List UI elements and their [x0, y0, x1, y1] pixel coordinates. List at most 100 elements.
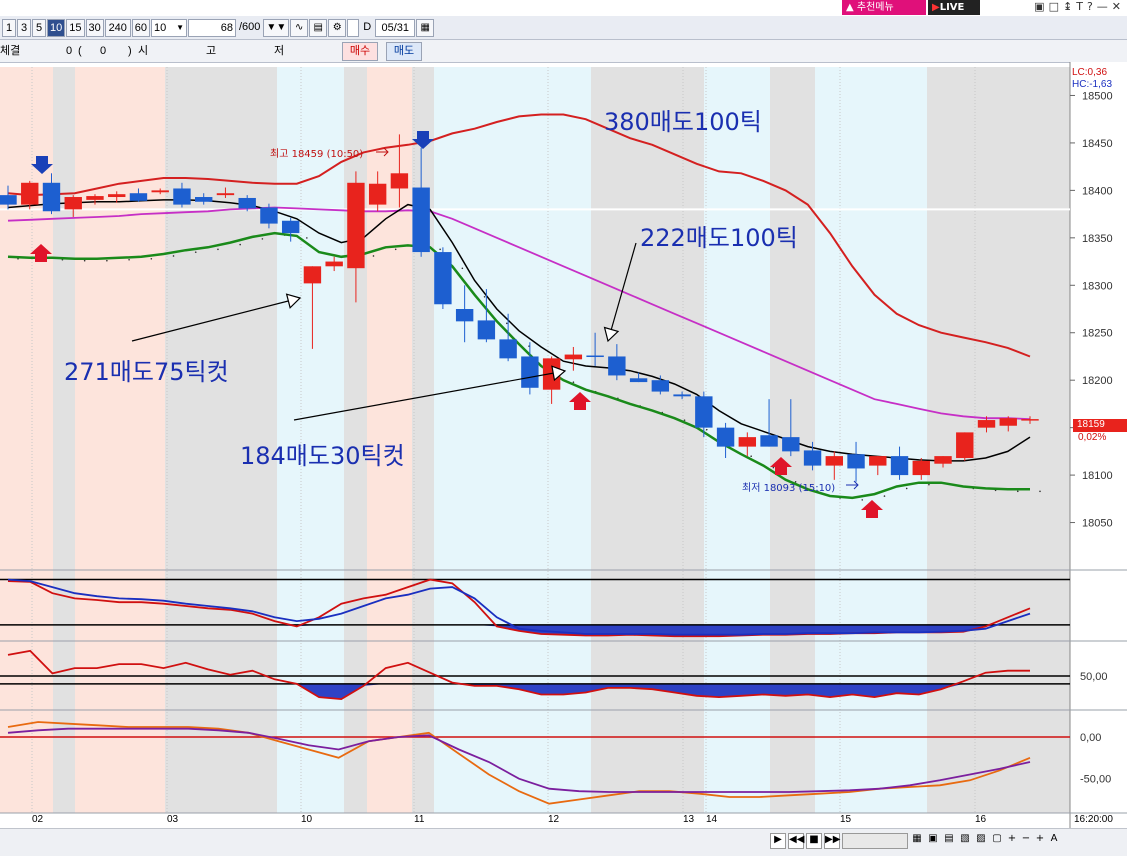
recommend-menu-button[interactable]: ▲ 추천메뉴 — [842, 0, 926, 15]
gear-icon[interactable]: ⚙ — [328, 18, 347, 37]
sar-dot — [461, 267, 464, 270]
period-select[interactable]: 10 ▼ — [151, 18, 187, 37]
open-label: 시 — [138, 45, 149, 57]
calendar-icon[interactable]: ▦ — [416, 18, 435, 37]
zoom-reset-icon[interactable]: + — [1034, 833, 1046, 849]
candle-body — [890, 456, 909, 476]
candle-body — [869, 456, 887, 466]
grid-icon[interactable]: ▤ — [942, 833, 956, 849]
candle-body — [42, 182, 61, 212]
screen-icon[interactable]: ▢ — [990, 833, 1004, 849]
scroll-slider[interactable] — [842, 833, 908, 849]
layers-icon[interactable]: ▧ — [958, 833, 972, 849]
session-band — [434, 67, 591, 813]
period-10-button[interactable]: 10 — [47, 18, 66, 37]
candle-body — [999, 418, 1017, 426]
zoom-out-icon[interactable]: − — [1020, 833, 1032, 849]
candle-body — [434, 252, 452, 305]
sar-dot — [194, 251, 197, 253]
candle-body — [216, 193, 235, 196]
candle-body — [260, 207, 278, 224]
pin-icon[interactable]: ↨ — [1063, 0, 1076, 13]
candle-body — [651, 380, 670, 392]
d-checkbox[interactable] — [347, 18, 360, 37]
candle-body — [847, 454, 865, 469]
candle-body — [586, 355, 604, 358]
recommend-menu-label: 추천메뉴 — [856, 2, 894, 13]
period-1-button[interactable]: 1 — [2, 18, 16, 37]
annotation-271: 271매도75틱컷 — [64, 358, 229, 386]
period-60-button[interactable]: 60 — [131, 18, 150, 37]
high-price-label: 최고 18459 (10:50) — [270, 149, 364, 160]
arrange-icon[interactable]: ▨ — [974, 833, 988, 849]
copy-icon[interactable]: ▣ — [926, 833, 940, 849]
period-240-button[interactable]: 240 — [104, 18, 131, 37]
candle-body — [934, 456, 952, 464]
indicator-add-icon[interactable]: ▼▼ — [263, 18, 290, 37]
buy-button[interactable]: 매수 — [342, 42, 378, 61]
candle-body — [412, 187, 430, 253]
period-15-button[interactable]: 15 — [66, 18, 85, 37]
candle-body — [629, 378, 648, 383]
stop-icon[interactable]: ■ — [806, 833, 822, 849]
time-label-11: 11 — [414, 814, 425, 825]
thumb-icon: ▲ — [846, 2, 854, 13]
sar-dot — [306, 237, 308, 239]
sell-button[interactable]: 매도 — [386, 42, 422, 61]
period-5-button[interactable]: 5 — [32, 18, 46, 37]
sar-dot — [261, 238, 264, 240]
trend-icon[interactable]: ∿ — [290, 18, 309, 37]
sar-dot — [705, 428, 708, 431]
quote-row: 체결 0 ( 0 ) 시 고 저 매수 매도 — [0, 40, 1127, 63]
sar-dot — [772, 466, 775, 469]
sar-dot — [928, 483, 930, 486]
period-3-button[interactable]: 3 — [17, 18, 31, 37]
paren-open: ( — [78, 45, 82, 57]
period-30-button[interactable]: 30 — [85, 18, 104, 37]
candle-body — [455, 309, 474, 322]
candle-body — [825, 456, 843, 466]
candle-body — [499, 339, 517, 359]
rewind-icon[interactable]: ◀◀ — [788, 833, 804, 849]
hc-label: HC:-1,63 — [1072, 79, 1113, 90]
sar-dot — [861, 499, 864, 501]
sar-dot — [683, 419, 686, 421]
candle-body — [347, 182, 365, 269]
live-button[interactable]: ▶LIVE — [928, 0, 980, 15]
price-tick-label: 18350 — [1082, 233, 1113, 245]
period-select-value: 10 — [154, 21, 167, 34]
session-band — [53, 67, 75, 813]
chart-toolbar: 1 3 5 10 15 30 240 60 10 ▼ 68 /600 ▼▼ ∿ … — [0, 16, 1127, 40]
help-icon[interactable]: ? — [1087, 0, 1097, 13]
close-icon[interactable]: ✕ — [1112, 0, 1125, 13]
count-field[interactable]: 68 — [188, 18, 236, 37]
candle-body — [86, 196, 104, 200]
indicator-tick-label: 0,00 — [1080, 732, 1101, 744]
sar-dot — [750, 455, 752, 458]
date-field[interactable]: 05/31 — [375, 18, 416, 37]
scroll-right-icon[interactable]: ▶ — [770, 833, 786, 849]
candle-body — [673, 394, 691, 397]
candle-body — [0, 195, 17, 205]
session-band — [815, 67, 927, 813]
sar-dot — [905, 487, 908, 490]
time-label-14: 14 — [706, 814, 718, 825]
layout-icon[interactable]: ▦ — [910, 833, 924, 849]
candle-body — [151, 190, 169, 193]
candle-body — [281, 220, 300, 234]
paren-value: 0 — [100, 45, 107, 57]
lc-label: LC:0,36 — [1072, 67, 1108, 78]
candle-body — [564, 354, 583, 360]
candle-body — [738, 437, 757, 447]
zoom-in-icon[interactable]: + — [1006, 833, 1018, 849]
minimize-icon[interactable]: — — [1097, 0, 1112, 13]
candle-body — [782, 437, 800, 452]
sar-dot — [150, 258, 153, 260]
text-icon[interactable]: T — [1076, 0, 1087, 13]
save-icon[interactable]: ▤ — [309, 18, 328, 37]
text-size-icon[interactable]: A — [1048, 833, 1060, 849]
restore-icon[interactable]: ▣ — [1034, 0, 1048, 13]
forward-icon[interactable]: ▶▶ — [824, 833, 840, 849]
window-icon[interactable]: □ — [1049, 0, 1063, 13]
paren-close: ) — [128, 45, 132, 57]
